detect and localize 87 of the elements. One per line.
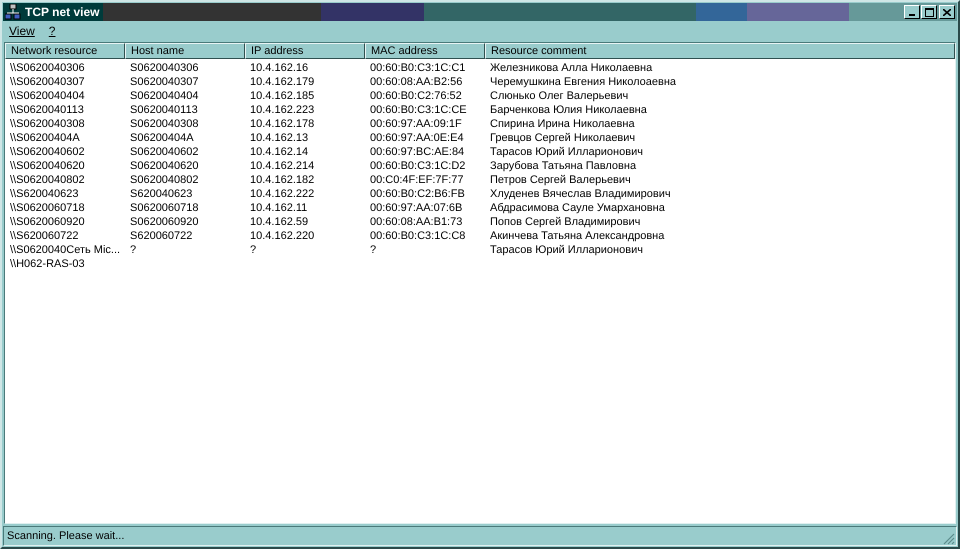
table-cell-text: Железникова Алла Николаевна	[489, 61, 652, 75]
table-cell-text: \\S0620060920	[9, 215, 86, 229]
table-cell-text: 10.4.162.223	[249, 103, 316, 117]
table-cell-text: 00:60:B0:C2:B6:FB	[369, 187, 466, 201]
close-icon	[943, 8, 951, 16]
table-cell-text: 00:60:B0:C3:1C:C1	[369, 61, 466, 75]
table-cell-text: 10.4.162.182	[249, 173, 316, 187]
table-cell-text: \\S0620040308	[9, 117, 86, 131]
table-cell-text: 00:60:B0:C3:1C:CE	[369, 103, 468, 117]
table-cell-text: 00:60:08:AA:B2:56	[369, 75, 464, 89]
table-cell-text: Барченкова Юлия Николаевна	[489, 103, 647, 117]
menu-item[interactable]: View	[9, 24, 35, 38]
close-button[interactable]	[939, 5, 955, 19]
table-cell-text: 00:60:B0:C3:1C:C8	[369, 229, 466, 243]
table-cell-text: 10.4.162.220	[249, 229, 316, 243]
table-cell-text: S0620040113	[129, 103, 199, 117]
table-cell-text: \\S620040623	[9, 187, 80, 201]
table-cell-text: \\S0620040620	[9, 159, 86, 173]
table-cell-text: S0620040404	[129, 89, 200, 103]
table-cell-text: S620060722	[129, 229, 194, 243]
table-cell-text: Гревцов Сергей Николаевич	[489, 131, 636, 145]
table-cell-text: Абдрасимова Сауле Умархановна	[489, 201, 665, 215]
maximize-button[interactable]	[921, 5, 937, 19]
table-cell-text: Тарасов Юрий Илларионович	[489, 243, 643, 257]
column-header[interactable]: MAC address	[365, 43, 485, 59]
table-cell-text: 10.4.162.13	[249, 131, 310, 145]
table-cell-text: S0620040802	[129, 173, 200, 187]
table-cell-text: \\S0620040307	[9, 75, 86, 89]
table-cell-text: 00:60:97:AA:07:6B	[369, 201, 464, 215]
window-title: TCP net view	[25, 5, 100, 19]
table-cell-text: 10.4.162.222	[249, 187, 316, 201]
table-cell-text: Попов Сергей Владимирович	[489, 215, 640, 229]
table-cell-text: ?	[369, 243, 378, 257]
table-cell-text: \\S620060722	[9, 229, 80, 243]
table-cell-text: S06200404A	[129, 131, 195, 145]
status-text: Scanning. Please wait...	[7, 530, 126, 542]
minimize-button[interactable]	[904, 5, 920, 19]
table-cell-text: 10.4.162.185	[249, 89, 316, 103]
table-cell-text: S0620040620	[129, 159, 200, 173]
table-cell-text: Зарубова Татьяна Павловна	[489, 159, 636, 173]
menu-item[interactable]: ?	[48, 24, 56, 38]
table-cell-text: 10.4.162.16	[249, 61, 310, 75]
table-cell-text: \\S0620040306	[9, 61, 86, 75]
table-cell-text: Спирина Ирина Николаевна	[489, 117, 635, 131]
column-header[interactable]: Resource comment	[485, 43, 955, 59]
table-cell-text: S0620040306	[129, 61, 200, 75]
table-cell-text: 10.4.162.59	[249, 215, 310, 229]
table-cell-text: \\S0620040602	[9, 145, 86, 159]
table-cell-text: ?	[249, 243, 258, 257]
table-cell-text: \\S0620040Сеть Mic...	[9, 243, 122, 257]
table-cell-text: Хлуденев Вячеслав Владимирович	[489, 187, 671, 201]
resize-grip-icon	[943, 533, 955, 545]
table-cell-text: \\S0620040802	[9, 173, 86, 187]
network-computers-icon	[5, 4, 21, 20]
table-cell-text: Черемушкина Евгения Николоаевна	[489, 75, 676, 89]
table-cell-text: 10.4.162.178	[249, 117, 316, 131]
column-header[interactable]: IP address	[245, 43, 365, 59]
table-cell-text: \\S0620060718	[9, 201, 86, 215]
maximize-icon	[924, 8, 934, 16]
table-cell-text: ?	[129, 243, 138, 257]
table-cell-text: \\S0620040404	[9, 89, 86, 103]
table-cell-text: 00:60:97:BC:AE:84	[369, 145, 466, 159]
table-cell-text: S0620040307	[129, 75, 200, 89]
table-cell-text: 00:C0:4F:EF:7F:77	[369, 173, 465, 187]
column-header[interactable]: Host name	[125, 43, 245, 59]
table-cell-text: S0620040602	[129, 145, 200, 159]
table-cell-text: \\S06200404A	[9, 131, 81, 145]
table-cell-text: 10.4.162.214	[249, 159, 316, 173]
table-cell-text: 10.4.162.14	[249, 145, 310, 159]
table-cell-text: Петров Сергей Валерьевич	[489, 173, 631, 187]
table-cell-text: 00:60:97:AA:09:1F	[369, 117, 463, 131]
table-cell-text: S620040623	[129, 187, 194, 201]
table-cell-text: S0620040308	[129, 117, 200, 131]
table-cell-text: 00:60:08:AA:B1:73	[369, 215, 464, 229]
table-cell-text: 10.4.162.179	[249, 75, 316, 89]
table-cell-text: 00:60:B0:C2:76:52	[369, 89, 463, 103]
table-cell-text: S0620060718	[129, 201, 200, 215]
table-cell-text: 10.4.162.11	[249, 201, 308, 215]
table-cell-text: 00:60:97:AA:0E:E4	[369, 131, 465, 145]
table-cell-text: S0620060920	[129, 215, 200, 229]
column-header[interactable]: Network resource	[5, 43, 125, 59]
table-cell-text: \\S0620040113	[9, 103, 85, 117]
table-cell-text: Тарасов Юрий Илларионович	[489, 145, 643, 159]
table-cell-text: Слюнько Олег Валерьевич	[489, 89, 628, 103]
table-cell-text: 00:60:B0:C3:1C:D2	[369, 159, 466, 173]
table-cell-text: \\H062-RAS-03	[9, 257, 86, 271]
table-cell-text: Акинчева Татьяна Александровна	[489, 229, 664, 243]
